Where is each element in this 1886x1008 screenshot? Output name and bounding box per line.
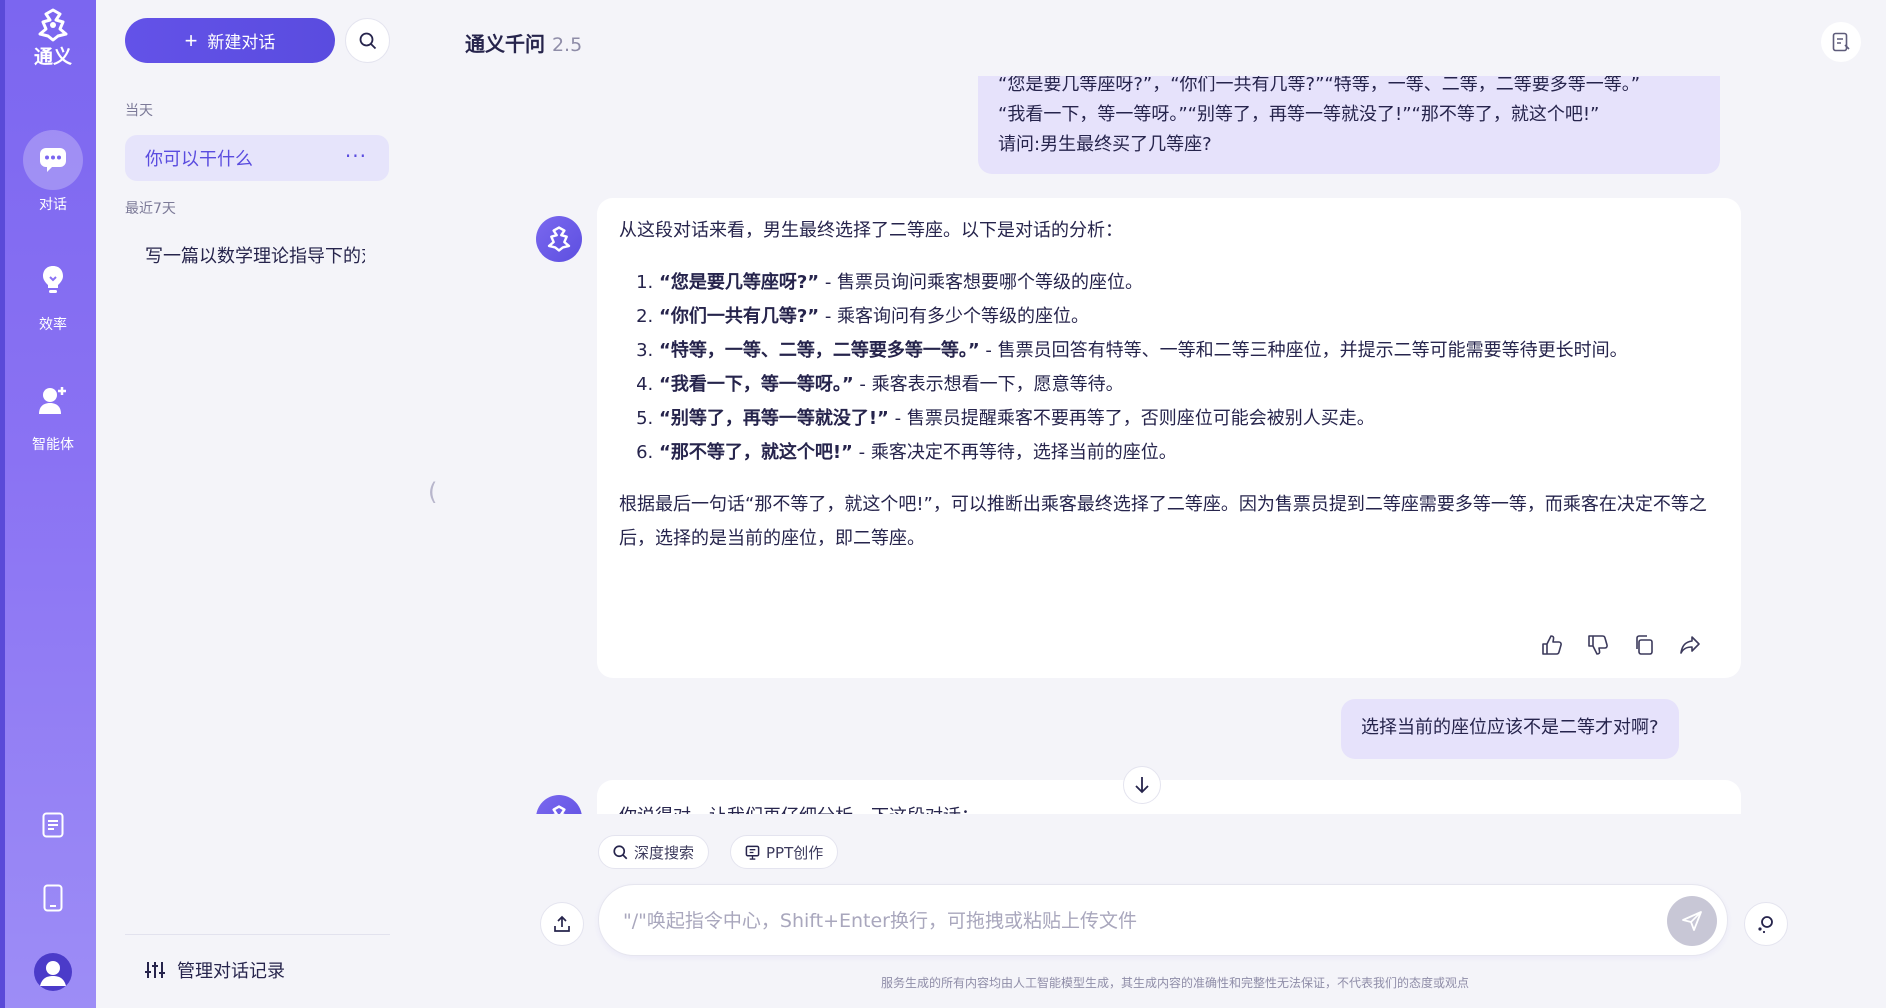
message-actions xyxy=(1541,634,1701,656)
quote: “别等了，再等一等就没了!” xyxy=(659,408,889,429)
send-icon xyxy=(1682,911,1702,931)
ai-avatar xyxy=(536,795,582,814)
deep-search-chip[interactable]: 深度搜索 xyxy=(598,835,710,869)
ai-avatar xyxy=(536,216,582,262)
arrow-down-icon xyxy=(1135,777,1149,794)
explanation: - 乘客决定不再等待，选择当前的座位。 xyxy=(852,442,1177,463)
analysis-list: “您是要几等座呀?” - 售票员询问乘客想要哪个等级的座位。 “你们一共有几等?… xyxy=(619,266,1719,470)
message-line: “您是要几等座呀?”，“你们一共有几等?”“特等，一等、二等，二等要多等一等。” xyxy=(998,76,1641,95)
manage-history-label: 管理对话记录 xyxy=(177,961,285,982)
explanation: - 售票员询问乘客想要哪个等级的座位。 xyxy=(819,272,1144,293)
section-label-today: 当天 xyxy=(125,103,153,119)
new-chat-button[interactable]: + 新建对话 xyxy=(125,18,335,63)
voice-input-button[interactable] xyxy=(1744,902,1788,946)
explanation: - 售票员回答有特等、一等和二等三种座位，并提示二等可能需要等待更长时间。 xyxy=(979,340,1628,361)
message-line: “我看一下，等一等呀。”“别等了，再等一等就没了!”“那不等了，就这个吧!” xyxy=(998,104,1600,125)
chat-bubble-icon xyxy=(40,148,66,172)
explanation: - 乘客表示想看一下，愿意等待。 xyxy=(853,374,1124,395)
search-button[interactable] xyxy=(345,18,390,63)
user-message: 选择当前的座位应该不是二等才对啊? xyxy=(1341,699,1679,759)
search-icon xyxy=(359,32,376,49)
upload-icon xyxy=(554,915,570,932)
user-avatar[interactable] xyxy=(5,953,101,991)
section-label-recent: 最近7天 xyxy=(125,201,176,217)
new-chat-label: 新建对话 xyxy=(207,33,276,52)
rail-document-button[interactable] xyxy=(5,812,101,838)
conversation-sidebar: + 新建对话 当天 你可以干什么 ··· 最近7天 写一篇以数学理论指导下的对 … xyxy=(96,0,420,1008)
model-name: 通义千问 xyxy=(465,32,545,56)
rail-item-chat[interactable]: 对话 xyxy=(5,130,101,214)
search-icon xyxy=(613,844,628,859)
agent-icon xyxy=(39,387,66,414)
conversation-item[interactable]: 写一篇以数学理论指导下的对 xyxy=(125,232,389,278)
plus-icon: + xyxy=(184,27,198,53)
rail-item-label: 效率 xyxy=(39,317,67,333)
ppt-create-chip[interactable]: PPT创作 xyxy=(730,835,839,869)
presentation-icon xyxy=(745,845,760,860)
analysis-item: “特等，一等、二等，二等要多等一等。” - 售票员回答有特等、一等和二等三种座位… xyxy=(659,334,1719,368)
main-chat-area: 通义千问 2.5 ( “您是要几等座呀?”，“你们一共有几等?”“特等，一等、二… xyxy=(420,0,1886,1008)
copy-icon[interactable] xyxy=(1633,634,1655,656)
share-icon[interactable] xyxy=(1679,634,1701,656)
user-message: “您是要几等座呀?”，“你们一共有几等?”“特等，一等、二等，二等要多等一等。”… xyxy=(978,76,1720,174)
quote: “那不等了，就这个吧!” xyxy=(659,442,853,463)
brand-name: 通义 xyxy=(33,46,72,68)
left-rail: 通义 对话 效率 智能体 xyxy=(0,0,96,1008)
tongyi-logo-icon xyxy=(547,226,571,252)
rail-item-efficiency[interactable]: 效率 xyxy=(5,250,101,334)
reply-intro: 你说得对，让我们再仔细分析一下这段对话： xyxy=(619,800,1719,814)
send-button[interactable] xyxy=(1667,896,1717,946)
quote: “我看一下，等一等呀。” xyxy=(659,374,854,395)
manage-history-button[interactable]: 管理对话记录 xyxy=(125,934,390,983)
mobile-phone-icon xyxy=(43,884,63,912)
rail-item-label: 智能体 xyxy=(32,437,74,453)
voice-wave-icon xyxy=(1758,916,1773,934)
page-title: 通义千问 2.5 xyxy=(465,28,582,57)
analysis-item: “别等了，再等一等就没了!” - 售票员提醒乘客不要再等了，否则座位可能会被别人… xyxy=(659,402,1719,436)
rail-item-agent[interactable]: 智能体 xyxy=(5,370,101,454)
avatar-icon xyxy=(34,953,72,991)
conversation-title: 你可以干什么 xyxy=(145,149,253,170)
rail-mobile-button[interactable] xyxy=(5,884,101,912)
notes-button[interactable] xyxy=(1821,22,1861,62)
explanation: - 乘客询问有多少个等级的座位。 xyxy=(819,306,1090,327)
thumbs-down-icon[interactable] xyxy=(1587,634,1609,656)
analysis-item: “我看一下，等一等呀。” - 乘客表示想看一下，愿意等待。 xyxy=(659,368,1719,402)
thumbs-up-icon[interactable] xyxy=(1541,634,1563,656)
sliders-icon xyxy=(145,962,165,978)
model-version: 2.5 xyxy=(551,34,583,56)
more-options-icon[interactable]: ··· xyxy=(345,144,367,168)
disclaimer: 服务生成的所有内容均由人工智能模型生成，其生成内容的准确性和完整性无法保证，不代… xyxy=(880,976,1469,990)
ai-message: 你说得对，让我们再仔细分析一下这段对话： xyxy=(597,780,1741,814)
brand-logo[interactable]: 通义 xyxy=(5,8,101,69)
tongyi-logo-icon xyxy=(552,805,566,814)
chip-label: PPT创作 xyxy=(766,843,824,862)
rail-item-label: 对话 xyxy=(39,197,67,213)
chip-label: 深度搜索 xyxy=(634,843,695,862)
lightbulb-icon xyxy=(43,266,63,293)
message-list[interactable]: “您是要几等座呀?”，“你们一共有几等?”“特等，一等、二等，二等要多等一等。”… xyxy=(420,76,1886,814)
upload-button[interactable] xyxy=(540,902,584,946)
ai-message: 从这段对话来看，男生最终选择了二等座。以下是对话的分析： “您是要几等座呀?” … xyxy=(597,198,1741,678)
conversation-title: 写一篇以数学理论指导下的对 xyxy=(145,246,365,267)
quote: “您是要几等座呀?” xyxy=(659,272,820,293)
reply-conclusion: 根据最后一句话“那不等了，就这个吧!”，可以推断出乘客最终选择了二等座。因为售票… xyxy=(619,494,1707,549)
notes-icon xyxy=(1832,32,1850,52)
scroll-to-bottom-button[interactable] xyxy=(1123,766,1161,804)
message-line: 请问:男生最终买了几等座? xyxy=(998,134,1212,155)
message-line: 选择当前的座位应该不是二等才对啊? xyxy=(1361,717,1659,738)
quote: “你们一共有几等?” xyxy=(659,306,820,327)
analysis-item: “你们一共有几等?” - 乘客询问有多少个等级的座位。 xyxy=(659,300,1719,334)
tongyi-logo-icon xyxy=(38,8,68,42)
chat-input[interactable] xyxy=(623,905,1623,937)
explanation: - 售票员提醒乘客不要再等了，否则座位可能会被别人买走。 xyxy=(888,408,1375,429)
analysis-item: “您是要几等座呀?” - 售票员询问乘客想要哪个等级的座位。 xyxy=(659,266,1719,300)
quote: “特等，一等、二等，二等要多等一等。” xyxy=(659,340,980,361)
document-icon xyxy=(42,812,64,838)
conversation-item[interactable]: 你可以干什么 ··· xyxy=(125,135,389,181)
chat-input-box[interactable] xyxy=(598,884,1728,956)
reply-intro: 从这段对话来看，男生最终选择了二等座。以下是对话的分析： xyxy=(619,220,1123,241)
analysis-item: “那不等了，就这个吧!” - 乘客决定不再等待，选择当前的座位。 xyxy=(659,436,1719,470)
